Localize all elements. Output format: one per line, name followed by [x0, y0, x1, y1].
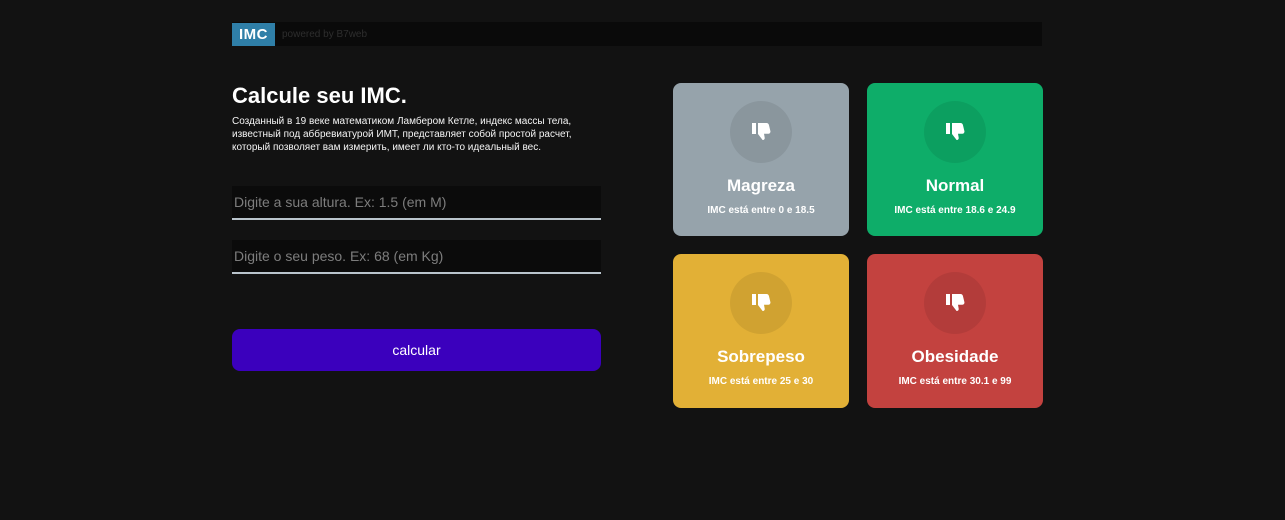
calculate-button[interactable]: calcular [232, 329, 601, 371]
card-icon-circle [730, 272, 792, 334]
card-title: Obesidade [911, 347, 999, 366]
category-card-obesidade: Obesidade IMC está entre 30.1 e 99 [867, 254, 1043, 408]
header-bar: IMC powered by B7web [232, 22, 1042, 46]
card-range: IMC está entre 18.6 e 24.9 [894, 205, 1016, 216]
page-title: Calcule seu IMC. [232, 83, 407, 108]
category-card-magreza: Magreza IMC está entre 0 e 18.5 [673, 83, 849, 236]
category-card-sobrepeso: Sobrepeso IMC está entre 25 e 30 [673, 254, 849, 408]
weight-input[interactable] [232, 240, 601, 274]
card-range: IMC está entre 30.1 e 99 [898, 376, 1012, 387]
thumbs-down-icon [946, 123, 965, 140]
card-icon-circle [730, 101, 792, 163]
card-icon-circle [924, 272, 986, 334]
card-range: IMC está entre 0 e 18.5 [707, 205, 815, 216]
thumbs-down-icon [752, 123, 771, 140]
card-title: Magreza [726, 176, 796, 195]
height-input[interactable] [232, 186, 601, 220]
page-description: Созданный в 19 веке математиком Ламбером… [232, 116, 572, 153]
powered-by-text: powered by B7web [282, 28, 368, 40]
category-card-normal: Normal IMC está entre 18.6 e 24.9 [867, 83, 1043, 236]
card-title: Normal [925, 176, 985, 195]
calculator-panel: Calcule seu IMC. Созданный в 19 веке мат… [232, 83, 601, 371]
card-range: IMC está entre 25 e 30 [708, 376, 814, 387]
card-icon-circle [924, 101, 986, 163]
thumbs-down-icon [752, 294, 771, 311]
logo: IMC [232, 22, 275, 46]
thumbs-down-icon [946, 294, 965, 311]
card-title: Sobrepeso [717, 347, 805, 366]
